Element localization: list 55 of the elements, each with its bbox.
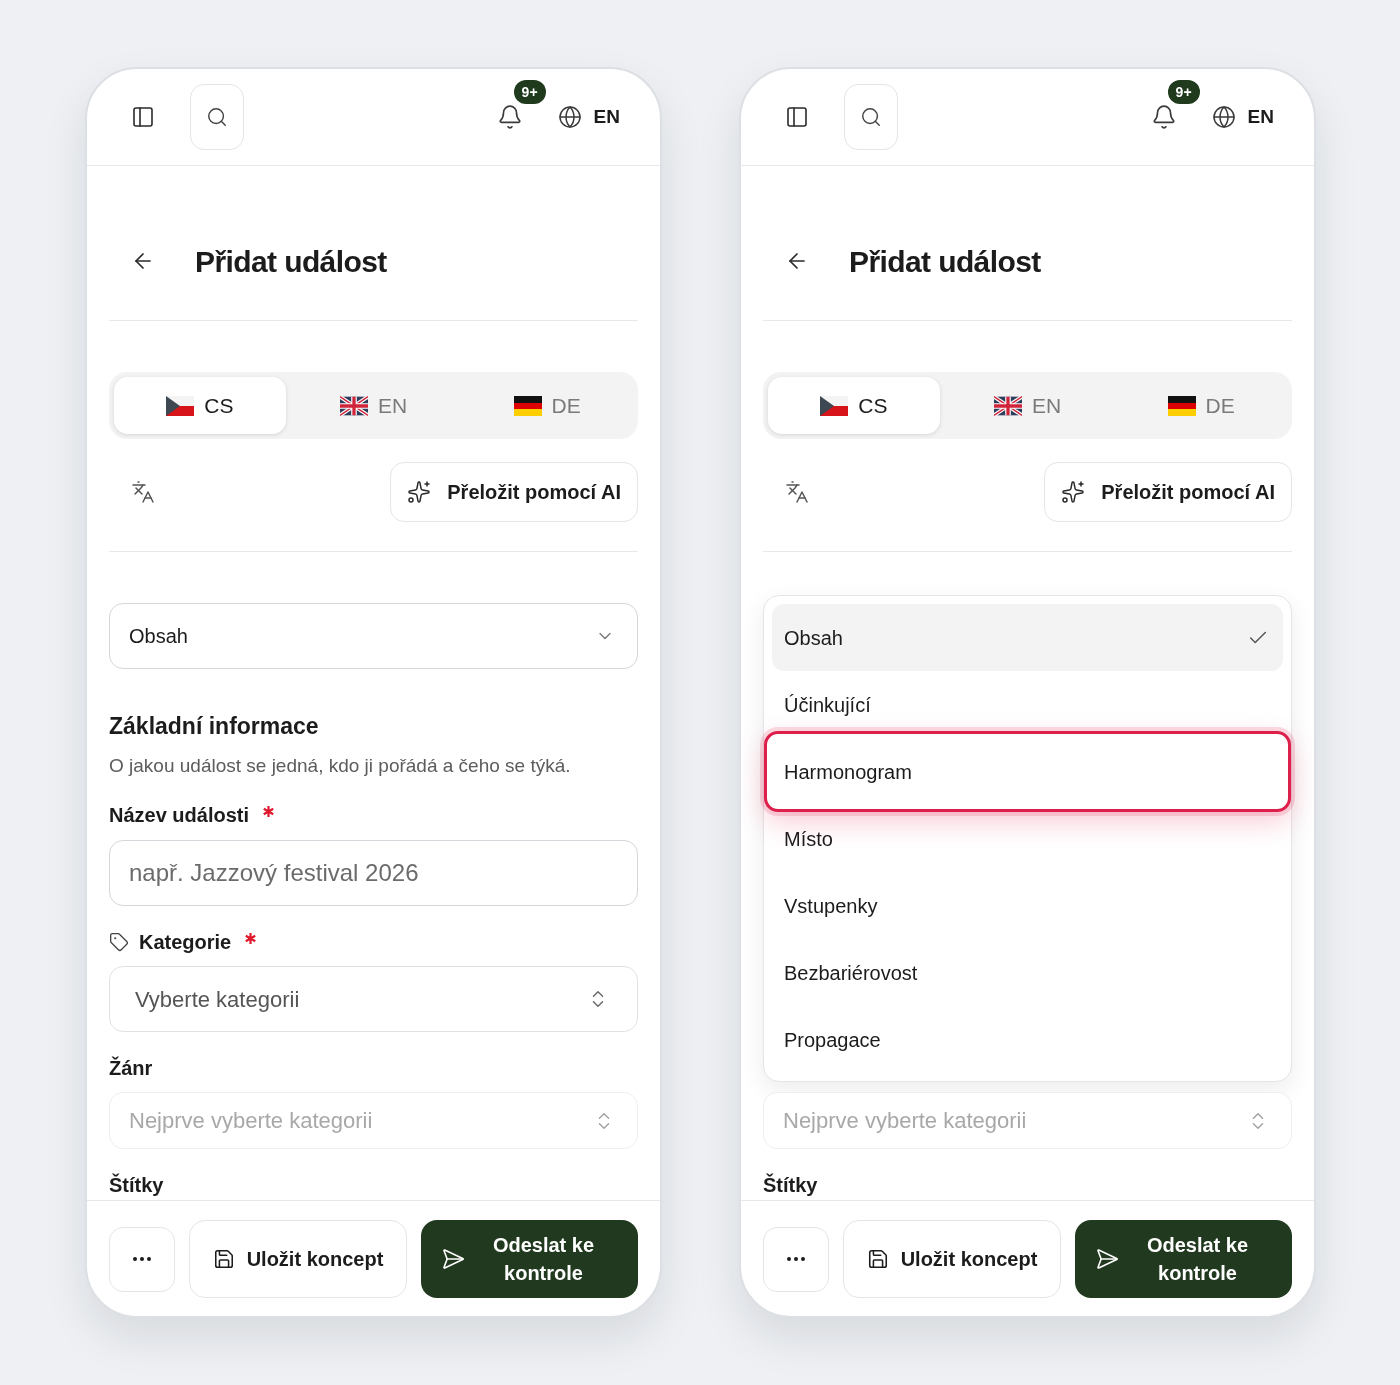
- send-icon: [1095, 1247, 1119, 1271]
- search-icon: [206, 106, 228, 128]
- panel-icon: [785, 105, 809, 129]
- page-title: Přidat událost: [195, 243, 387, 280]
- more-icon: [133, 1257, 151, 1261]
- uk-flag-icon: [993, 395, 1022, 416]
- save-draft-button[interactable]: Uložit koncept: [189, 1220, 407, 1298]
- language-tab[interactable]: DE: [1115, 377, 1287, 434]
- section-description: O jakou událost se jedná, kdo ji pořádá a čeho se týká.: [109, 754, 572, 778]
- czech-flag-icon: [820, 395, 849, 416]
- german-flag-icon: [1167, 395, 1196, 416]
- sparkles-icon: [1061, 480, 1086, 504]
- notification-badge: 9+: [513, 80, 546, 104]
- text-input[interactable]: např. Jazzový festival 2026: [109, 840, 638, 906]
- search-button[interactable]: [844, 84, 898, 150]
- section-select[interactable]: Obsah: [109, 603, 638, 669]
- submit-button[interactable]: Odeslat ke kontrole: [1075, 1220, 1292, 1298]
- bell-icon: [496, 104, 523, 130]
- language-button[interactable]: EN: [557, 102, 620, 132]
- language-tab[interactable]: CS: [114, 377, 286, 434]
- field-label: Štítky: [763, 1172, 818, 1198]
- language-tab[interactable]: DE: [461, 377, 633, 434]
- czech-flag-icon: [166, 395, 195, 416]
- notification-badge: 9+: [1167, 80, 1200, 104]
- german-flag-icon: [513, 395, 542, 416]
- search-icon: [860, 106, 882, 128]
- language-tab[interactable]: CS: [768, 377, 940, 434]
- language-tab[interactable]: EN: [287, 377, 460, 434]
- more-icon: [787, 1257, 805, 1261]
- uk-flag-icon: [339, 395, 368, 416]
- field-label: Název události: [109, 803, 250, 828]
- language-button[interactable]: EN: [1211, 102, 1274, 132]
- field-label: Žánr: [109, 1055, 153, 1081]
- translate-icon: [785, 480, 809, 504]
- select-field[interactable]: Vyberte kategorii: [109, 966, 638, 1032]
- globe-icon: [1211, 105, 1236, 129]
- submit-button[interactable]: Odeslat ke kontrole: [421, 1220, 638, 1298]
- send-icon: [441, 1247, 465, 1271]
- save-icon: [212, 1248, 235, 1270]
- section-heading: Základní informace: [109, 712, 320, 741]
- globe-icon: [557, 105, 582, 129]
- search-button[interactable]: [190, 84, 244, 150]
- sparkles-icon: [407, 480, 432, 504]
- page-title: Přidat událost: [849, 243, 1041, 280]
- save-icon: [866, 1248, 889, 1270]
- translate-ai-button[interactable]: Přeložit pomocí AI: [1044, 462, 1292, 522]
- field-label: Štítky: [109, 1172, 164, 1198]
- language-tab[interactable]: EN: [941, 377, 1114, 434]
- dropdown-option[interactable]: Harmonogram: [764, 731, 1291, 812]
- translate-ai-button[interactable]: Přeložit pomocí AI: [390, 462, 638, 522]
- save-draft-button[interactable]: Uložit koncept: [843, 1220, 1061, 1298]
- field-label: Kategorie: [139, 930, 232, 955]
- panel-icon: [131, 105, 155, 129]
- dropdown-option[interactable]: Obsah: [772, 604, 1283, 671]
- translate-icon: [131, 480, 155, 504]
